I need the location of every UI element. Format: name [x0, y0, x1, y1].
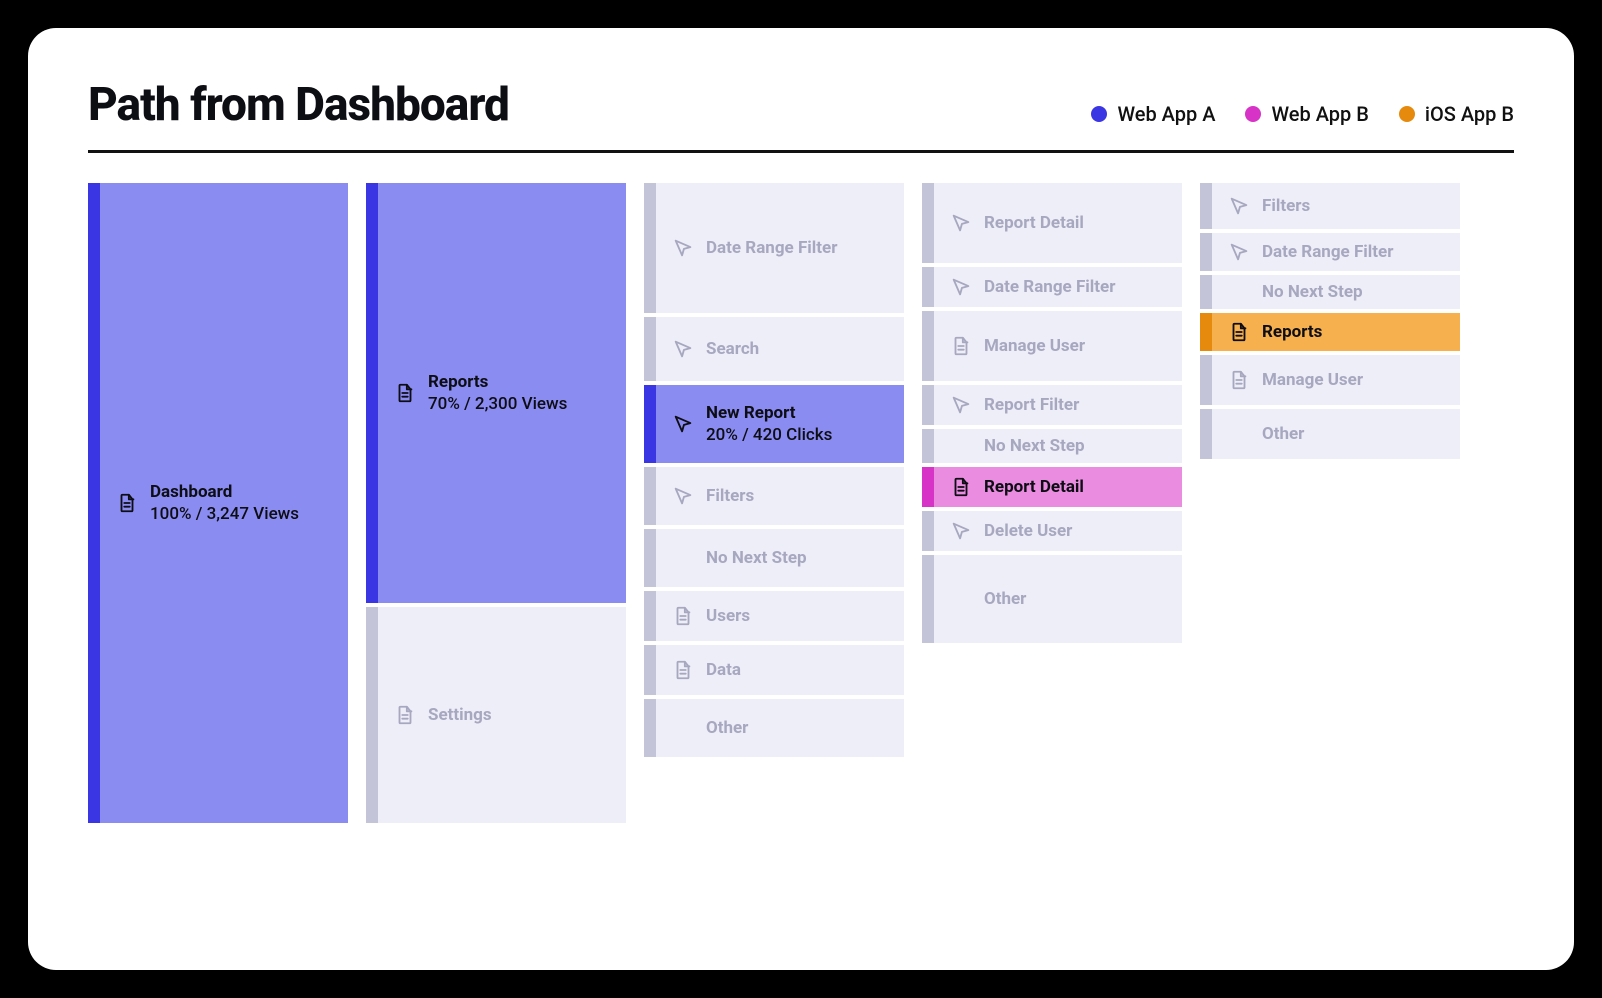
path-step[interactable]: Filters [1200, 183, 1460, 229]
step-sub: 20% / 420 Clicks [706, 424, 832, 446]
document-icon [116, 492, 138, 514]
step-name: No Next Step [706, 547, 807, 569]
step-name: Date Range Filter [706, 237, 837, 259]
path-step[interactable]: Date Range Filter [644, 183, 904, 313]
step-name: Reports [428, 371, 567, 393]
legend-dot [1091, 106, 1107, 122]
path-step[interactable]: Other [1200, 409, 1460, 459]
path-step[interactable]: No Next Step [922, 429, 1182, 463]
step-name: Date Range Filter [1262, 241, 1393, 263]
step-name: Manage User [1262, 369, 1363, 391]
path-column: Reports70% / 2,300 Views Settings [366, 183, 626, 823]
document-icon [1228, 369, 1250, 391]
cursor-icon [950, 520, 972, 542]
header: Path from Dashboard Web App A Web App B … [88, 78, 1514, 153]
path-column: Report Detail Date Range Filter Manage U… [922, 183, 1182, 643]
step-name: Data [706, 659, 741, 681]
path-step[interactable]: Manage User [1200, 355, 1460, 405]
path-step[interactable]: Users [644, 591, 904, 641]
path-chart: Dashboard100% / 3,247 Views Reports70% /… [88, 183, 1514, 833]
path-step[interactable]: New Report20% / 420 Clicks [644, 385, 904, 463]
document-icon [394, 382, 416, 404]
legend: Web App A Web App B iOS App B [1091, 102, 1514, 132]
document-icon [672, 605, 694, 627]
step-name: No Next Step [1262, 281, 1363, 303]
path-step[interactable]: Settings [366, 607, 626, 823]
path-step[interactable]: Delete User [922, 511, 1182, 551]
step-name: Filters [706, 485, 754, 507]
document-icon [950, 476, 972, 498]
step-name: Other [706, 717, 748, 739]
step-name: New Report [706, 402, 832, 424]
path-step[interactable]: No Next Step [1200, 275, 1460, 309]
step-name: Reports [1262, 321, 1322, 343]
step-name: No Next Step [984, 435, 1085, 457]
cursor-icon [672, 237, 694, 259]
step-name: Search [706, 338, 759, 360]
step-name: Users [706, 605, 750, 627]
document-icon [394, 704, 416, 726]
document-icon [1228, 321, 1250, 343]
path-step[interactable]: Search [644, 317, 904, 381]
path-column: Filters Date Range Filter No Next Step Re… [1200, 183, 1460, 459]
path-step[interactable]: Manage User [922, 311, 1182, 381]
path-step[interactable]: Report Filter [922, 385, 1182, 425]
path-step[interactable]: No Next Step [644, 529, 904, 587]
path-funnel-card: Path from Dashboard Web App A Web App B … [28, 28, 1574, 970]
legend-label: Web App A [1117, 102, 1215, 126]
path-step[interactable]: Reports70% / 2,300 Views [366, 183, 626, 603]
legend-label: iOS App B [1425, 102, 1514, 126]
step-name: Date Range Filter [984, 276, 1115, 298]
legend-item-ios-app-b[interactable]: iOS App B [1399, 102, 1514, 126]
path-column: Dashboard100% / 3,247 Views [88, 183, 348, 823]
legend-item-web-app-a[interactable]: Web App A [1091, 102, 1215, 126]
step-name: Settings [428, 704, 492, 726]
step-name: Other [1262, 423, 1304, 445]
cursor-icon [1228, 195, 1250, 217]
path-step[interactable]: Report Detail [922, 183, 1182, 263]
path-step[interactable]: Date Range Filter [922, 267, 1182, 307]
legend-item-web-app-b[interactable]: Web App B [1245, 102, 1368, 126]
step-name: Dashboard [150, 481, 299, 503]
path-step[interactable]: Dashboard100% / 3,247 Views [88, 183, 348, 823]
step-name: Filters [1262, 195, 1310, 217]
path-step[interactable]: Data [644, 645, 904, 695]
path-step[interactable]: Report Detail [922, 467, 1182, 507]
step-name: Other [984, 588, 1026, 610]
cursor-icon [672, 413, 694, 435]
cursor-icon [950, 394, 972, 416]
cursor-icon [1228, 241, 1250, 263]
path-column: Date Range Filter Search New Report20% /… [644, 183, 904, 757]
cursor-icon [950, 212, 972, 234]
legend-dot [1399, 106, 1415, 122]
cursor-icon [672, 485, 694, 507]
path-step[interactable]: Filters [644, 467, 904, 525]
cursor-icon [672, 338, 694, 360]
cursor-icon [950, 276, 972, 298]
page-title: Path from Dashboard [88, 78, 509, 132]
legend-label: Web App B [1271, 102, 1368, 126]
step-name: Report Filter [984, 394, 1079, 416]
path-step[interactable]: Other [922, 555, 1182, 643]
step-name: Delete User [984, 520, 1072, 542]
step-name: Report Detail [984, 212, 1084, 234]
document-icon [672, 659, 694, 681]
step-sub: 100% / 3,247 Views [150, 503, 299, 525]
document-icon [950, 335, 972, 357]
path-step[interactable]: Date Range Filter [1200, 233, 1460, 271]
path-step[interactable]: Other [644, 699, 904, 757]
legend-dot [1245, 106, 1261, 122]
step-sub: 70% / 2,300 Views [428, 393, 567, 415]
step-name: Report Detail [984, 476, 1084, 498]
step-name: Manage User [984, 335, 1085, 357]
path-step[interactable]: Reports [1200, 313, 1460, 351]
